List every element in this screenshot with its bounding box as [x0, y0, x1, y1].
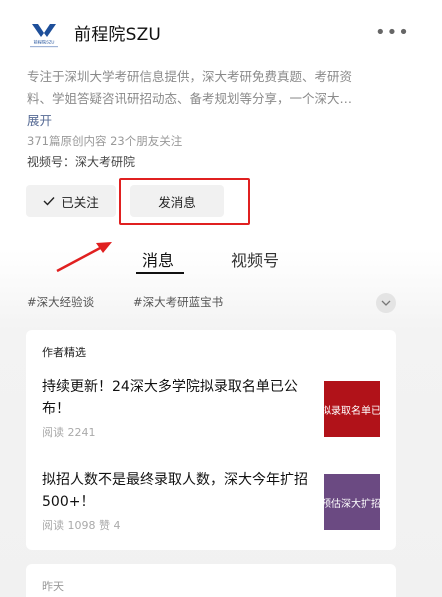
description-line: 专注于深圳大学考研信息提供，深大考研免费真题、考研资	[27, 69, 353, 84]
logo-mark-icon: 前程院SZU	[28, 24, 60, 48]
highlight-box	[119, 178, 250, 225]
hashtag-link[interactable]: #深大考研蓝宝书	[133, 294, 223, 310]
check-icon	[43, 197, 55, 206]
annotation-arrow-icon	[56, 242, 112, 273]
tab-channel[interactable]: 视频号	[231, 247, 279, 271]
account-stats: 371篇原创内容 23个朋友关注	[27, 134, 183, 148]
logo-text: 前程院SZU	[34, 39, 55, 46]
expand-link[interactable]: 展开	[27, 110, 52, 129]
article-thumbnail[interactable]: 拟录取名单已	[324, 381, 380, 437]
featured-title: 作者精选	[42, 346, 86, 359]
tab-messages[interactable]: 消息	[142, 247, 174, 271]
followed-button[interactable]: 已关注	[26, 185, 116, 217]
thumbnail-text: 拟录取名单已	[324, 405, 380, 417]
more-icon[interactable]: •••	[375, 22, 410, 43]
channel-link[interactable]: 视频号：深大考研院	[27, 153, 135, 170]
active-tab-indicator	[136, 272, 184, 274]
account-logo: 前程院SZU	[26, 18, 62, 50]
thumbnail-text: 预估深大扩招	[324, 498, 380, 510]
account-description: 专注于深圳大学考研信息提供，深大考研免费真题、考研资 料、学姐答疑咨讯研招动态、…	[27, 66, 397, 110]
date-label: 昨天	[42, 580, 64, 593]
hashtag-link[interactable]: #深大经验谈	[27, 294, 94, 310]
chevron-down-icon[interactable]	[376, 293, 396, 313]
article-thumbnail[interactable]: 预估深大扩招	[324, 474, 380, 530]
timeline-card	[26, 564, 396, 597]
description-line: 料、学姐答疑咨讯研招动态、备考规划等分享，一个深大…	[27, 91, 353, 106]
article-title[interactable]: 持续更新！24深大多学院拟录取名单已公布！	[42, 376, 312, 420]
followed-label: 已关注	[61, 194, 99, 210]
article-meta: 阅读 2241	[42, 426, 96, 439]
article-meta: 阅读 1098 赞 4	[42, 519, 121, 532]
account-name[interactable]: 前程院SZU	[74, 20, 161, 45]
article-title[interactable]: 拟招人数不是最终录取人数，深大今年扩招500+！	[42, 469, 312, 513]
